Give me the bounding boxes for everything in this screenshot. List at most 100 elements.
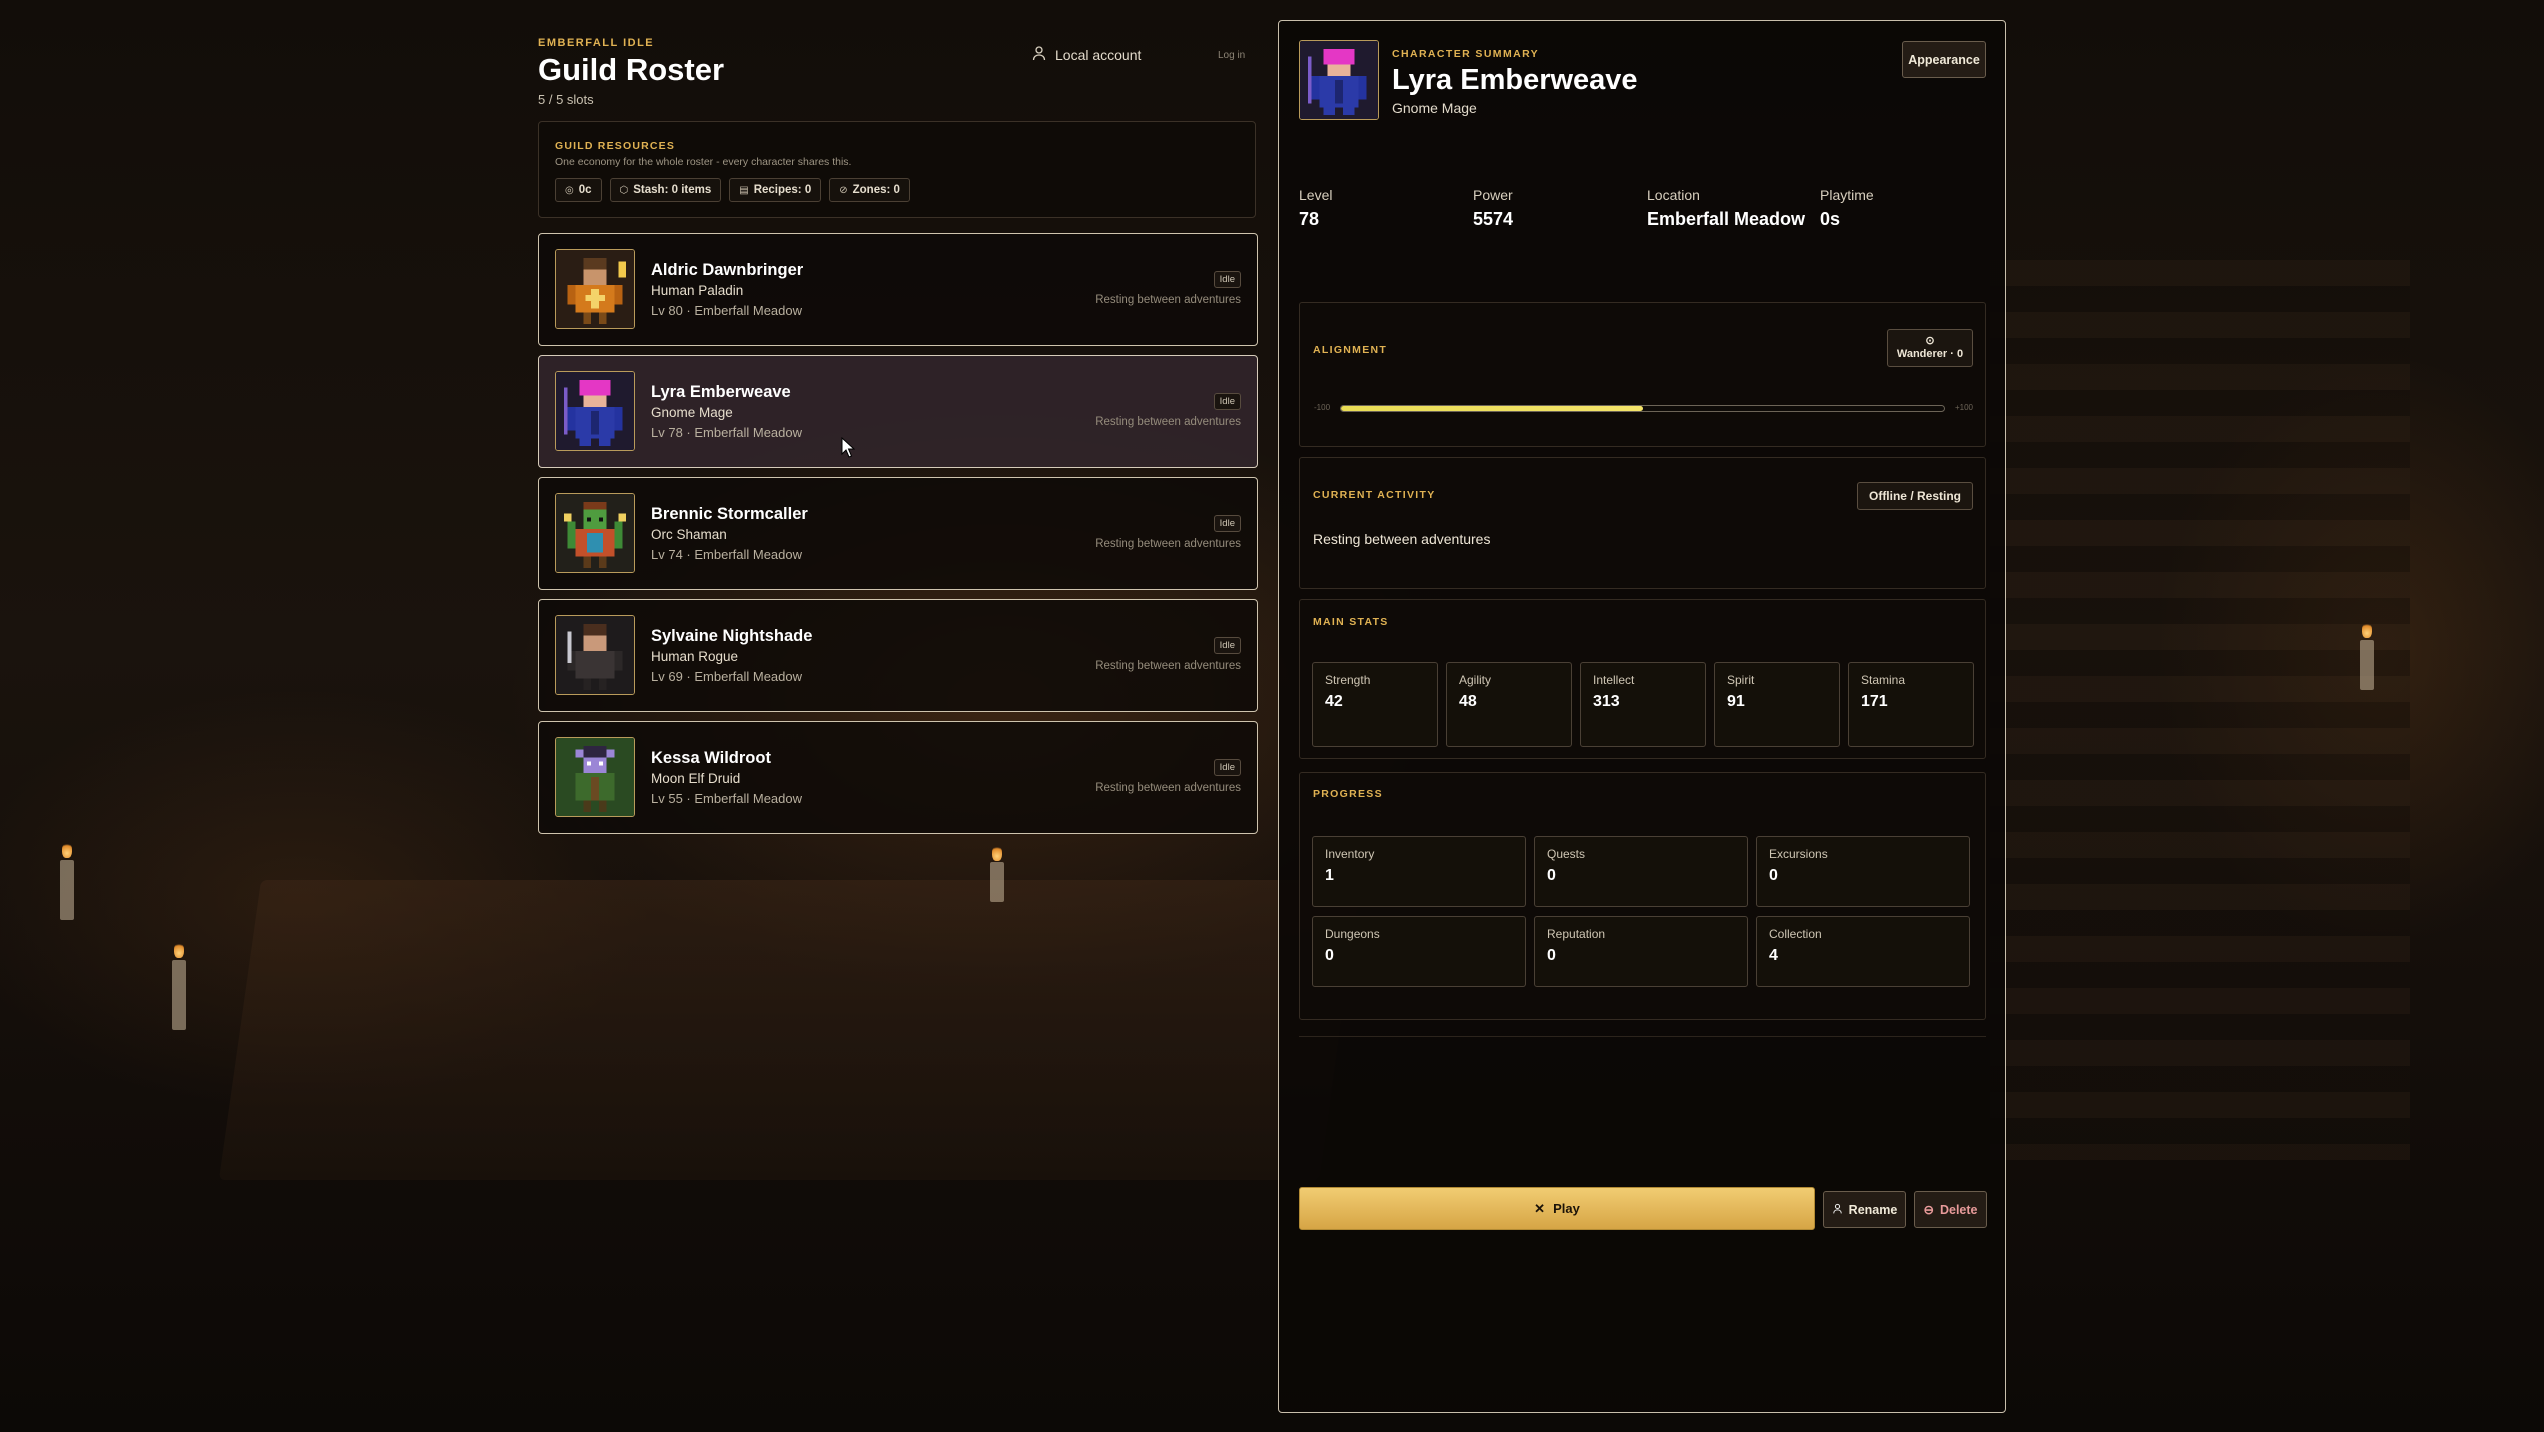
candle-flame-decoration: [992, 845, 1002, 861]
rename-button[interactable]: Rename: [1823, 1191, 1906, 1228]
user-icon: [1832, 1203, 1843, 1217]
progress-value: 0: [1769, 867, 1778, 884]
slots-count: 5 / 5 slots: [538, 92, 594, 107]
stat-stamina: Stamina 171: [1848, 662, 1974, 747]
candle-flame-decoration: [174, 942, 184, 958]
stat-strength: Strength 42: [1312, 662, 1438, 747]
delete-button[interactable]: ⊖ Delete: [1914, 1191, 1987, 1228]
overview-value: Emberfall Meadow: [1647, 209, 1806, 229]
divider: [1299, 1036, 1986, 1037]
appearance-button[interactable]: Appearance: [1902, 41, 1986, 78]
character-status-text: Resting between adventures: [1095, 782, 1241, 794]
overview-level: Level 78: [1299, 187, 1332, 230]
roster-list: Aldric Dawnbringer Human Paladin Lv 80 ·…: [538, 233, 1258, 843]
progress-section: PROGRESS Inventory 1 Quests 0 Excursions 0 …: [1299, 772, 1986, 1020]
background-shelf: [1990, 260, 2410, 1160]
compass-icon: ⊙: [1925, 335, 1935, 347]
stat-label: Strength: [1325, 673, 1371, 687]
overview-location: Location Emberfall Meadow: [1647, 187, 1805, 230]
progress-value: 0: [1325, 947, 1334, 964]
overview-label: Level: [1299, 187, 1333, 203]
character-status-text: Resting between adventures: [1095, 538, 1241, 550]
character-level-location: Lv 69 · Emberfall Meadow: [651, 669, 803, 684]
guild-resources-panel: GUILD RESOURCES One economy for the whol…: [538, 121, 1256, 218]
progress-value: 0: [1547, 947, 1556, 964]
user-icon: [1031, 45, 1047, 64]
summary-character-class: Gnome Mage: [1392, 100, 1477, 116]
candle-decoration: [172, 960, 186, 1030]
coins-label: 0c: [578, 184, 592, 196]
overview-label: Power: [1473, 187, 1513, 203]
progress-inventory: Inventory 1: [1312, 836, 1526, 907]
roster-card-sylvaine[interactable]: Sylvaine Nightshade Human Rogue Lv 69 · …: [538, 599, 1258, 712]
trash-icon: ⊖: [1923, 1203, 1934, 1217]
progress-label: Inventory: [1325, 847, 1375, 861]
progress-excursions: Excursions 0: [1756, 836, 1970, 907]
roster-card-brennic[interactable]: Brennic Stormcaller Orc Shaman Lv 74 · E…: [538, 477, 1258, 590]
brand-label: EMBERFALL IDLE: [538, 37, 655, 49]
resources-title: GUILD RESOURCES: [555, 140, 676, 152]
account-indicator[interactable]: Local account: [1031, 45, 1141, 64]
activity-text: Resting between adventures: [1313, 531, 1491, 547]
mouse-cursor-icon: [841, 437, 855, 458]
stash-chip: ⬡ Stash: 0 items: [609, 178, 722, 202]
background-table: [218, 880, 1362, 1180]
overview-value: 78: [1299, 209, 1320, 229]
progress-dungeons: Dungeons 0: [1312, 916, 1526, 987]
main-stats-title: MAIN STATS: [1313, 616, 1389, 628]
candle-decoration: [990, 862, 1004, 902]
overview-label: Location: [1647, 187, 1700, 203]
candle-flame-decoration: [2362, 622, 2372, 638]
alignment-badge: ⊙ Wanderer · 0: [1887, 329, 1973, 367]
stat-value: 48: [1459, 693, 1477, 710]
stat-label: Agility: [1459, 673, 1492, 687]
character-portrait: [555, 493, 635, 573]
compass-icon: ⊘: [839, 184, 848, 196]
recipes-label: Recipes: 0: [753, 184, 812, 196]
character-status-text: Resting between adventures: [1095, 660, 1241, 672]
character-class: Gnome Mage: [651, 405, 733, 420]
stat-value: 171: [1861, 693, 1888, 710]
status-badge: Idle: [1213, 393, 1241, 410]
alignment-title: ALIGNMENT: [1313, 344, 1388, 356]
current-activity-section: CURRENT ACTIVITY Offline / Resting Resti…: [1299, 457, 1986, 589]
alignment-min-label: -100: [1314, 403, 1331, 412]
character-level-location: Lv 78 · Emberfall Meadow: [651, 425, 803, 440]
progress-label: Reputation: [1547, 927, 1606, 941]
alignment-max-label: +100: [1954, 403, 1973, 412]
zones-label: Zones: 0: [852, 184, 900, 196]
candle-decoration: [2360, 640, 2374, 690]
progress-value: 0: [1547, 867, 1556, 884]
character-class: Human Rogue: [651, 649, 739, 664]
login-link[interactable]: Log in: [1218, 50, 1245, 61]
play-button[interactable]: ✕ Play: [1299, 1187, 1815, 1230]
character-summary-panel: CHARACTER SUMMARY Lyra Emberweave Gnome …: [1278, 20, 2006, 1413]
candle-decoration: [60, 860, 74, 920]
character-level-location: Lv 80 · Emberfall Meadow: [651, 303, 803, 318]
character-status-text: Resting between adventures: [1095, 294, 1241, 306]
progress-label: Dungeons: [1325, 927, 1380, 941]
overview-label: Playtime: [1820, 187, 1874, 203]
rename-label: Rename: [1848, 1202, 1898, 1217]
box-icon: ⬡: [619, 184, 629, 196]
progress-title: PROGRESS: [1313, 788, 1383, 800]
overview-playtime: Playtime 0s: [1820, 187, 1874, 230]
overview-value: 5574: [1473, 209, 1514, 229]
character-class: Moon Elf Druid: [651, 771, 741, 786]
progress-quests: Quests 0: [1534, 836, 1748, 907]
scroll-icon: ▤: [739, 184, 749, 196]
stash-label: Stash: 0 items: [633, 184, 712, 196]
summary-character-name: Lyra Emberweave: [1392, 64, 1638, 96]
coin-icon: ◎: [565, 184, 574, 196]
roster-card-lyra[interactable]: Lyra Emberweave Gnome Mage Lv 78 · Ember…: [538, 355, 1258, 468]
selected-character-portrait: [1299, 40, 1379, 120]
character-portrait: [555, 371, 635, 451]
progress-reputation: Reputation 0: [1534, 916, 1748, 987]
status-badge: Idle: [1213, 271, 1241, 288]
stat-value: 313: [1593, 693, 1620, 710]
character-level-location: Lv 55 · Emberfall Meadow: [651, 791, 803, 806]
roster-card-aldric[interactable]: Aldric Dawnbringer Human Paladin Lv 80 ·…: [538, 233, 1258, 346]
roster-card-kessa[interactable]: Kessa Wildroot Moon Elf Druid Lv 55 · Em…: [538, 721, 1258, 834]
progress-label: Collection: [1769, 927, 1822, 941]
character-name: Lyra Emberweave: [651, 383, 791, 401]
